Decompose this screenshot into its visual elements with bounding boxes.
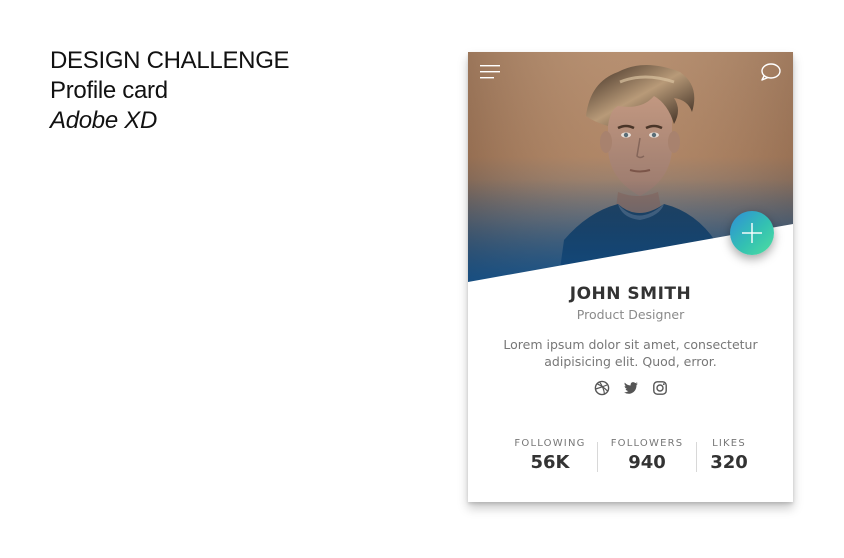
- profile-stats: FOLLOWING 56K FOLLOWERS 940 LIKES 320: [505, 438, 755, 478]
- profile-name: JOHN SMITH: [569, 284, 692, 304]
- chat-bubble-icon[interactable]: [760, 62, 782, 82]
- social-links: [468, 380, 793, 398]
- stat-label: LIKES: [712, 438, 746, 449]
- stat-label: FOLLOWERS: [610, 438, 684, 449]
- stat-following: FOLLOWING 56K: [505, 438, 595, 473]
- caption-tool: Adobe XD: [50, 107, 158, 134]
- stat-divider: [597, 442, 598, 472]
- twitter-icon[interactable]: [623, 380, 639, 396]
- design-caption: DESIGN CHALLENGE Profile card Adobe XD: [50, 46, 290, 136]
- profile-role: Product Designer: [576, 307, 685, 322]
- caption-subtitle: Profile card: [50, 77, 168, 104]
- stat-value: 56K: [530, 452, 570, 473]
- hamburger-menu-icon[interactable]: [480, 62, 502, 80]
- stat-likes: LIKES 320: [703, 438, 755, 473]
- instagram-icon[interactable]: [652, 380, 668, 396]
- stat-followers: FOLLOWERS 940: [605, 438, 689, 473]
- stat-value: 940: [628, 452, 666, 473]
- stat-label: FOLLOWING: [514, 438, 586, 449]
- caption-title: DESIGN CHALLENGE: [50, 47, 290, 74]
- plus-icon: [742, 223, 762, 243]
- dribbble-icon[interactable]: [594, 380, 610, 396]
- add-follow-button[interactable]: [730, 211, 774, 255]
- profile-card: JOHN SMITH Product Designer Lorem ipsum …: [468, 52, 793, 502]
- stat-value: 320: [710, 452, 748, 473]
- profile-bio: Lorem ipsum dolor sit amet, consectetur …: [503, 337, 758, 369]
- stat-divider: [696, 442, 697, 472]
